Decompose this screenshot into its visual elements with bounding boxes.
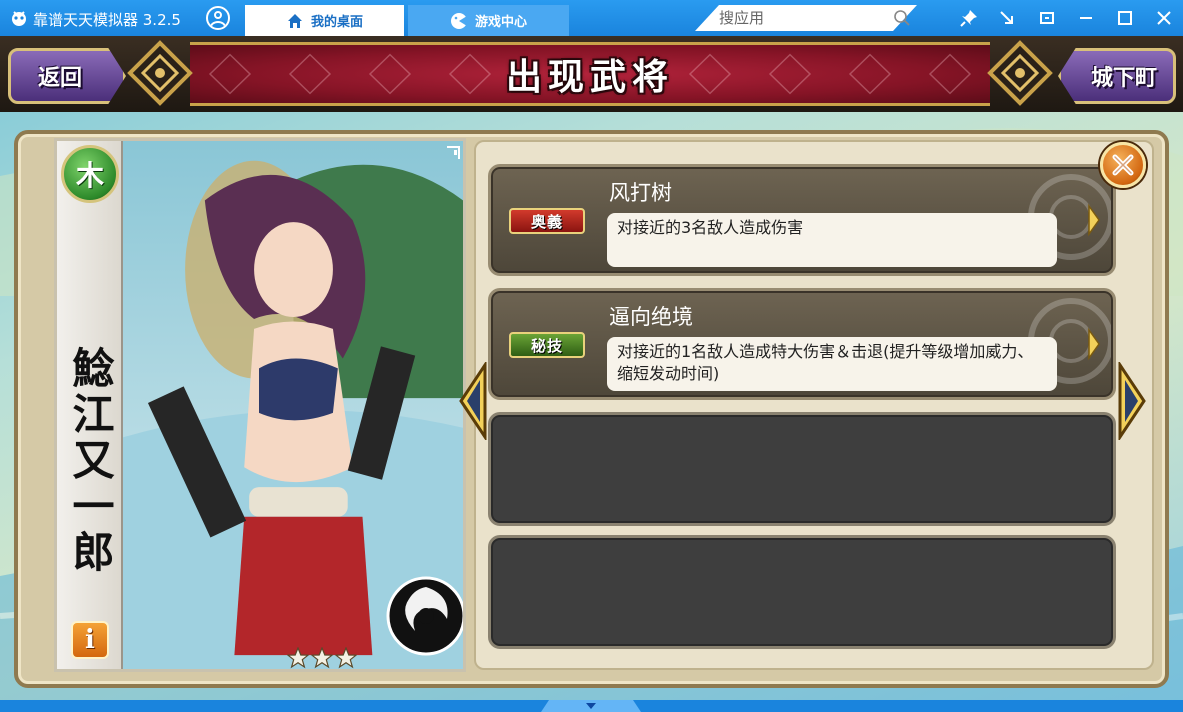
star-icon bbox=[311, 647, 333, 669]
page-title: 出现武将 bbox=[505, 56, 674, 98]
close-icon[interactable] bbox=[1155, 9, 1173, 27]
restore-icon[interactable] bbox=[1038, 9, 1056, 27]
card-corner-icon bbox=[447, 146, 460, 159]
skill-row-ougi[interactable]: 奥義 风打树 对接近的3名敌人造成伤害 bbox=[488, 164, 1116, 276]
user-account-icon[interactable] bbox=[206, 6, 230, 30]
expand-arrow-icon bbox=[1088, 327, 1100, 361]
search-box bbox=[695, 5, 917, 31]
app-title: 靠谱天天模拟器 3.2.5 bbox=[33, 11, 181, 29]
maximize-icon[interactable] bbox=[1116, 9, 1134, 27]
app-logo-icon bbox=[12, 11, 26, 26]
star-icon bbox=[287, 647, 309, 669]
tab-label: 游戏中心 bbox=[474, 15, 527, 30]
star-icon bbox=[335, 647, 357, 669]
skill-name: 风打树 bbox=[609, 181, 672, 205]
tomoe-emblem-icon bbox=[386, 576, 463, 656]
tab-label: 我的桌面 bbox=[310, 15, 363, 30]
back-button[interactable]: 返回 bbox=[8, 48, 126, 104]
minimize-icon[interactable] bbox=[1077, 9, 1095, 27]
gamepad-icon bbox=[450, 12, 467, 29]
general-card: 鯰江又一郎 木 i bbox=[54, 138, 466, 672]
next-page-arrow-icon[interactable] bbox=[1117, 362, 1147, 440]
close-x-icon bbox=[1112, 154, 1134, 176]
empty-skill-slot bbox=[488, 412, 1116, 526]
tab-my-desktop[interactable]: 我的桌面 bbox=[245, 5, 404, 36]
info-icon[interactable]: i bbox=[71, 621, 109, 659]
skill-row-hiki[interactable]: 秘技 逼向绝境 对接近的1名敌人造成特大伤害＆击退(提升等级增加威力、缩短发动时… bbox=[488, 288, 1116, 400]
chevron-down-icon bbox=[586, 703, 596, 709]
close-panel-button[interactable] bbox=[1100, 142, 1146, 188]
general-name: 鯰江又一郎 bbox=[66, 346, 115, 576]
castle-town-button[interactable]: 城下町 bbox=[1058, 48, 1176, 104]
game-viewport: 出现武将 返回 城下町 鯰江又一郎 木 i 奥義 风打树 对接近的3名敌人造成伤… bbox=[0, 36, 1183, 700]
tab-game-center[interactable]: 游戏中心 bbox=[408, 5, 569, 36]
pin-icon[interactable] bbox=[960, 9, 978, 27]
element-badge-wood: 木 bbox=[61, 145, 119, 203]
skill-description: 对接近的3名敌人造成伤害 bbox=[607, 213, 1057, 267]
emulator-titlebar: 靠谱天天模拟器 3.2.5 我的桌面 游戏中心 bbox=[0, 0, 1183, 36]
ornament-knot-right bbox=[987, 40, 1053, 106]
home-icon bbox=[287, 13, 302, 28]
shrink-icon[interactable] bbox=[998, 9, 1016, 27]
skill-description: 对接近的1名敌人造成特大伤害＆击退(提升等级增加威力、缩短发动时间) bbox=[607, 337, 1057, 391]
collapse-toolbar-handle[interactable] bbox=[541, 700, 641, 712]
empty-skill-slot bbox=[488, 535, 1116, 649]
rarity-stars bbox=[287, 647, 357, 669]
skill-name: 逼向绝境 bbox=[609, 305, 693, 329]
ornament-knot-left bbox=[127, 40, 193, 106]
skill-type-badge: 秘技 bbox=[509, 332, 585, 358]
title-banner: 出现武将 bbox=[190, 42, 990, 106]
skill-type-badge: 奥義 bbox=[509, 208, 585, 234]
expand-arrow-icon bbox=[1088, 203, 1100, 237]
search-icon[interactable] bbox=[893, 9, 911, 27]
prev-page-arrow-icon[interactable] bbox=[458, 362, 488, 440]
search-input[interactable] bbox=[719, 8, 879, 28]
